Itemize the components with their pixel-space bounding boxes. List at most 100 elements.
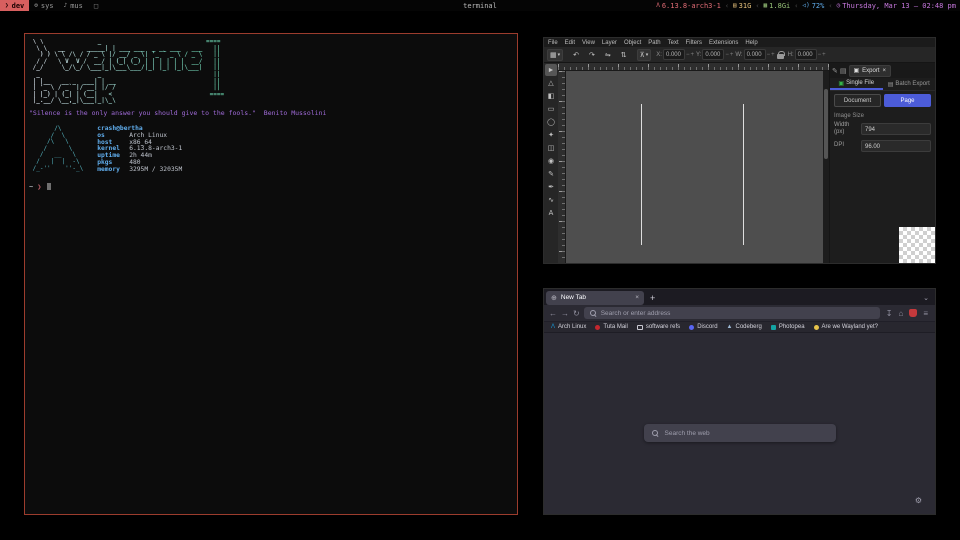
width-input[interactable]: 794 <box>861 123 931 135</box>
selector-tool[interactable]: ► <box>545 64 557 76</box>
navbar-right-icons: ↧ ⌂ ≡ <box>884 309 930 318</box>
bookmark-codeberg[interactable]: ▲Codeberg <box>727 324 762 330</box>
bookmark-arch-linux[interactable]: ΛArch Linux <box>551 324 586 330</box>
music-icon: ♪ <box>64 2 68 9</box>
export-tab[interactable]: ▣ Export × <box>849 65 892 77</box>
module-text: 1.8Gi <box>769 2 790 10</box>
shape-builder-tool[interactable]: ◧ <box>545 90 557 102</box>
edit-icon[interactable]: ✎ <box>832 67 838 75</box>
menu-text[interactable]: Text <box>668 40 679 46</box>
menu-view[interactable]: View <box>582 40 595 46</box>
bookmark-label: Arch Linux <box>558 324 586 330</box>
page-button[interactable]: Page <box>884 94 931 107</box>
rectangle-tool[interactable]: ▭ <box>545 103 557 115</box>
pen-tool[interactable]: ✒ <box>545 181 557 193</box>
snap-dropdown[interactable]: ⊼▾ <box>637 49 652 61</box>
bookmark-are-we-wayland-yet-[interactable]: Are we Wayland yet? <box>814 324 878 330</box>
image-icon: ▤ <box>888 81 894 88</box>
dpi-input[interactable]: 96.00 <box>861 140 931 152</box>
bookmark-software-refs[interactable]: software refs <box>637 324 680 330</box>
ellipse-tool[interactable]: ◯ <box>545 116 557 128</box>
stepper-minus[interactable]: − <box>767 52 771 58</box>
text-tool[interactable]: A <box>545 207 557 219</box>
rotate-ccw-icon[interactable]: ↶ <box>570 49 582 61</box>
menu-icon[interactable]: ≡ <box>923 309 928 318</box>
panel-tab-strip: ✎ ▤ ▣ Export × <box>830 63 935 78</box>
menu-path[interactable]: Path <box>648 40 660 46</box>
lock-ratio-icon[interactable] <box>777 51 784 59</box>
page-border-left <box>641 104 642 245</box>
bookmark-photopea[interactable]: Photopea <box>771 324 805 330</box>
browser-window[interactable]: ⊕ New Tab × + ⌄ ← → ↻ Search or enter ad… <box>543 288 936 515</box>
terminal-window[interactable]: \ \ _ ==== \ \ __ _____| | ___ ___ _ __ … <box>24 33 518 515</box>
forward-button[interactable]: → <box>561 309 569 318</box>
tab-batch-export[interactable]: ▤Batch Export <box>883 78 936 90</box>
menu-file[interactable]: File <box>548 40 558 46</box>
back-button[interactable]: ← <box>549 309 557 318</box>
stepper-minus[interactable]: − <box>818 52 822 58</box>
workspace-tag-dev[interactable]: ❯dev <box>0 0 29 11</box>
stepper-minus[interactable]: − <box>686 52 690 58</box>
stepper-plus[interactable]: + <box>690 52 694 58</box>
menu-object[interactable]: Object <box>624 40 641 46</box>
pencil-tool[interactable]: ✎ <box>545 168 557 180</box>
coord-field-x: X:0.000−+ <box>656 49 694 60</box>
coord-input[interactable]: 0.000 <box>744 49 766 60</box>
coord-label: X: <box>656 52 662 58</box>
inkscape-window[interactable]: File Edit View Layer Object Path Text Filters Ex… <box>543 37 936 264</box>
bookmark-discord[interactable]: Discord <box>689 324 717 330</box>
star-tool[interactable]: ✦ <box>545 129 557 141</box>
stepper-plus[interactable]: + <box>771 52 775 58</box>
new-tab-button[interactable]: + <box>650 293 655 303</box>
reload-button[interactable]: ↻ <box>573 309 580 318</box>
document-button[interactable]: Document <box>834 94 881 107</box>
prompt-symbol: ❯ <box>37 183 41 191</box>
stepper-plus[interactable]: + <box>730 52 734 58</box>
workspace-tag-label: dev <box>12 2 25 10</box>
menu-extensions[interactable]: Extensions <box>709 40 738 46</box>
bar-module-clock: ◷Thursday, Mar 13 — 02:48 pm <box>837 2 956 10</box>
coord-input[interactable]: 0.000 <box>663 49 685 60</box>
module-separator: ‹ <box>828 2 832 10</box>
module-separator: ‹ <box>755 2 759 10</box>
calligraphy-tool[interactable]: ∿ <box>545 194 557 206</box>
flip-horizontal-icon[interactable]: ⇋ <box>602 49 614 61</box>
coord-input[interactable]: 0.000 <box>795 49 817 60</box>
rotate-cw-icon[interactable]: ↷ <box>586 49 598 61</box>
search-icon <box>590 310 597 317</box>
bookmark-tuta-mail[interactable]: Tuta Mail <box>595 324 627 330</box>
layout-icon[interactable]: □ <box>94 2 98 10</box>
workspace-tag-mus[interactable]: ♪mus <box>59 0 88 11</box>
layers-icon[interactable]: ▤ <box>840 67 847 75</box>
bookmark-label: software refs <box>646 324 680 330</box>
active-tab[interactable]: ⊕ New Tab × <box>546 291 644 305</box>
stepper-minus[interactable]: − <box>725 52 729 58</box>
tab-list-dropdown-icon[interactable]: ⌄ <box>923 294 929 302</box>
gear-icon[interactable]: ⚙ <box>915 496 922 505</box>
spiral-tool[interactable]: ◉ <box>545 155 557 167</box>
tab-single-file[interactable]: ▣Single File <box>830 78 883 90</box>
inkscape-canvas[interactable] <box>566 71 823 264</box>
menu-filters[interactable]: Filters <box>686 40 702 46</box>
newtab-search-input[interactable]: Search the web <box>644 424 836 442</box>
menu-help[interactable]: Help <box>745 40 757 46</box>
export-mode-tabs: ▣Single File▤Batch Export <box>830 78 935 91</box>
selection-mode-dropdown[interactable]: ▦▾ <box>547 49 563 61</box>
canvas-scrollbar[interactable] <box>823 71 829 264</box>
flip-vertical-icon[interactable]: ⇅ <box>618 49 630 61</box>
close-icon[interactable]: × <box>883 68 887 74</box>
box3d-tool[interactable]: ◫ <box>545 142 557 154</box>
shell-prompt[interactable]: ~ ❯ <box>29 183 513 191</box>
ublock-icon[interactable] <box>909 309 917 317</box>
tab-close-icon[interactable]: × <box>635 294 639 301</box>
node-tool[interactable]: △ <box>545 77 557 89</box>
menu-edit[interactable]: Edit <box>565 40 575 46</box>
globe-icon: ⊕ <box>551 294 557 302</box>
workspace-tag-sys[interactable]: ⚙sys <box>29 0 58 11</box>
stepper-plus[interactable]: + <box>822 52 826 58</box>
downloads-icon[interactable]: ↧ <box>886 309 893 318</box>
home-icon[interactable]: ⌂ <box>898 309 903 318</box>
url-bar[interactable]: Search or enter address <box>584 307 880 319</box>
coord-input[interactable]: 0.000 <box>702 49 724 60</box>
menu-layer[interactable]: Layer <box>602 40 617 46</box>
